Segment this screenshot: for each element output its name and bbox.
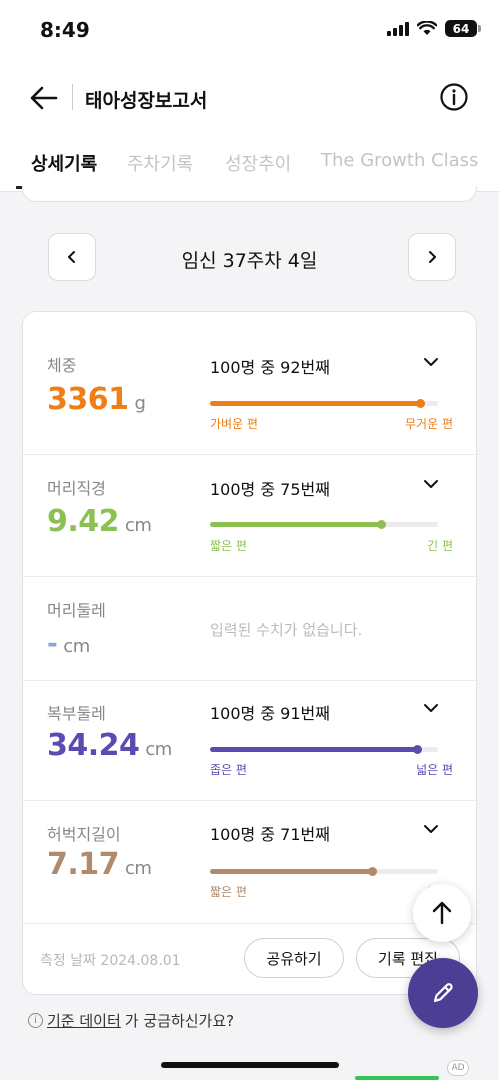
measurement-value: 3361: [47, 382, 129, 417]
percentile-marker: [367, 867, 377, 876]
rank-text: 100명 중 75번째: [210, 480, 330, 499]
previous-card-edge: [22, 186, 477, 202]
battery-icon: 64: [445, 20, 481, 37]
signal-icon: [387, 21, 409, 36]
reference-data-note: i 기준 데이터 가 궁금하신가요?: [28, 1010, 234, 1031]
status-time: 8:49: [40, 18, 90, 42]
info-small-icon: i: [28, 1013, 43, 1028]
measurement-row-head-circumference[interactable]: 머리둘레 - cm 입력된 수치가 없습니다.: [23, 577, 478, 681]
measurement-unit: cm: [125, 515, 152, 536]
measurement-row-head-diameter[interactable]: 머리직경 9.42 cm 100명 중 75번째 짧은 편 긴 편: [23, 455, 478, 577]
arrow-up-icon: [432, 901, 452, 925]
high-end-label: 넓은 편: [416, 763, 453, 777]
back-arrow-icon[interactable]: [26, 80, 62, 116]
info-icon[interactable]: [439, 82, 469, 112]
tab-growth-trend[interactable]: 성장추이: [225, 150, 291, 176]
percentile-fill: [210, 869, 372, 874]
next-week-button[interactable]: [408, 233, 456, 281]
edit-fab-button[interactable]: [408, 958, 478, 1028]
ad-badge: AD: [447, 1060, 469, 1076]
low-end-label: 좁은 편: [210, 763, 247, 777]
measurement-label: 체중: [47, 356, 77, 375]
measurement-value-line: 9.42 cm: [47, 504, 152, 539]
chevron-down-icon[interactable]: [421, 474, 441, 494]
percentile-fill: [210, 401, 420, 406]
measurement-value-line: - cm: [47, 629, 90, 659]
measurement-card: 체중 3361 g 100명 중 92번째 가벼운 편 무거운 편 머리직경 9.…: [22, 311, 478, 995]
measurement-value-line: 34.24 cm: [47, 728, 172, 763]
chevron-right-icon: [429, 251, 436, 263]
measurement-label: 머리둘레: [47, 601, 106, 620]
ad-banner-edge: [355, 1076, 439, 1080]
tab-detail-record[interactable]: 상세기록: [31, 150, 97, 176]
measurement-value-line: 7.17 cm: [47, 847, 152, 882]
measurement-value: 34.24: [47, 728, 140, 763]
percentile-marker: [377, 520, 386, 529]
wifi-icon: [417, 21, 437, 35]
rank-text: 100명 중 71번째: [210, 825, 330, 844]
chevron-down-icon[interactable]: [421, 819, 441, 839]
measurement-value: 9.42: [47, 504, 120, 539]
measure-date: 측정 날짜 2024.08.01: [40, 953, 181, 969]
page-title: 태아성장보고서: [85, 90, 208, 112]
measurement-unit: g: [134, 393, 146, 414]
scroll-to-top-button[interactable]: [413, 884, 471, 942]
measurement-label: 복부둘레: [47, 704, 106, 723]
pencil-icon: [433, 983, 453, 1003]
status-icons: 64: [387, 20, 481, 37]
percentile-fill: [210, 522, 381, 527]
rank-text: 100명 중 91번째: [210, 704, 330, 723]
percentile-track: [210, 867, 438, 876]
measurement-value-line: 3361 g: [47, 382, 146, 417]
percentile-track: [210, 399, 438, 408]
tab-weekly-record[interactable]: 주차기록: [127, 150, 193, 176]
percentile-fill: [210, 747, 418, 752]
measurement-unit: cm: [125, 858, 152, 879]
app-header: 태아성장보고서: [0, 70, 499, 124]
low-end-label: 짧은 편: [210, 539, 247, 553]
measurement-unit: cm: [145, 739, 172, 760]
low-end-label: 짧은 편: [210, 885, 247, 899]
low-end-label: 가벼운 편: [210, 417, 258, 431]
chevron-down-icon[interactable]: [421, 352, 441, 372]
high-end-label: 무거운 편: [405, 417, 453, 431]
home-indicator: [161, 1062, 339, 1068]
header-divider: [72, 84, 73, 110]
reference-data-link[interactable]: 기준 데이터: [47, 1010, 121, 1031]
measurement-label: 허벅지길이: [47, 825, 121, 844]
measurement-row-weight[interactable]: 체중 3361 g 100명 중 92번째 가벼운 편 무거운 편: [23, 312, 478, 455]
measurement-value: -: [47, 629, 58, 659]
measurement-label: 머리직경: [47, 479, 106, 498]
percentile-marker: [413, 745, 423, 754]
reference-data-question: 가 궁금하신가요?: [124, 1012, 235, 1030]
percentile-marker: [415, 399, 425, 408]
measurement-unit: cm: [63, 636, 90, 657]
measurement-value: 7.17: [47, 847, 120, 882]
percentile-track: [210, 745, 438, 754]
high-end-label: 긴 편: [427, 539, 453, 553]
measurement-row-femur-length[interactable]: 허벅지길이 7.17cm 100명 중 71번째 짧은 편 긴 편: [23, 801, 478, 924]
status-bar: 8:49 64: [0, 0, 499, 60]
rank-text: 100명 중 92번째: [210, 358, 330, 377]
share-button[interactable]: 공유하기: [244, 938, 344, 978]
tab-growth-class[interactable]: The Growth Class: [321, 150, 478, 171]
tab-bar: 상세기록 주차기록 성장추이 The Growth Class: [0, 140, 499, 192]
percentile-track: [210, 520, 438, 529]
measurement-row-abdominal-circumference[interactable]: 복부둘레 34.24 cm 100명 중 91번째 좁은 편 넓은 편: [23, 681, 478, 801]
no-data-text: 입력된 수치가 없습니다.: [210, 621, 363, 639]
chevron-down-icon[interactable]: [421, 698, 441, 718]
